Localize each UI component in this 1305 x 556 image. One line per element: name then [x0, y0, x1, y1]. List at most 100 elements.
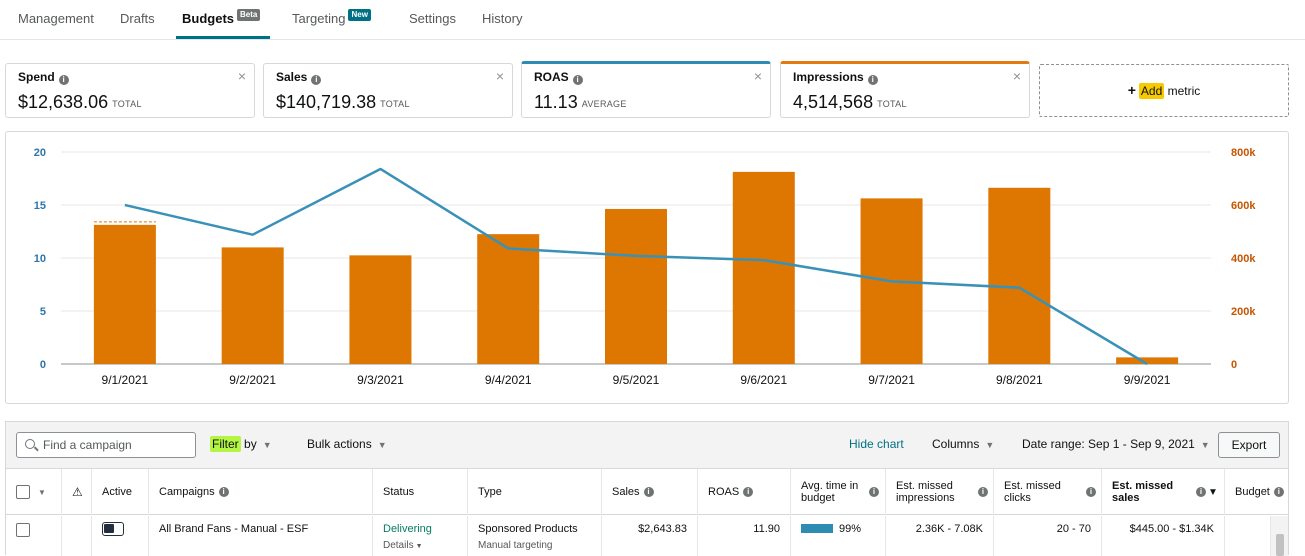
- x-tick-label: 9/3/2021: [357, 373, 404, 387]
- hide-chart-label: Hide chart: [849, 437, 904, 451]
- col-sales[interactable]: Sales i: [601, 469, 697, 515]
- tab-management[interactable]: Management: [18, 0, 94, 39]
- chevron-down-icon: ▼: [415, 543, 423, 550]
- metric-label: ROAS i: [534, 70, 583, 85]
- header-label: Type: [478, 486, 502, 498]
- filter-by-label: by: [244, 437, 257, 451]
- col-missed-impressions[interactable]: Est. missed impressions i: [885, 469, 993, 515]
- col-budget[interactable]: Budget i: [1224, 469, 1288, 515]
- alert-cell: [61, 516, 91, 556]
- select-all-header: ▼: [6, 469, 61, 515]
- bar: [605, 208, 667, 364]
- y-right-tick-label: 600k: [1231, 200, 1256, 212]
- tab-drafts[interactable]: Drafts: [120, 0, 155, 39]
- info-icon[interactable]: i: [867, 75, 878, 85]
- close-icon[interactable]: ×: [754, 68, 762, 84]
- vertical-scrollbar[interactable]: [1270, 516, 1288, 556]
- metric-card-spend[interactable]: Spend i × $12,638.06 TOTAL: [5, 63, 255, 118]
- date-range-dropdown[interactable]: Date range: Sep 1 - Sep 9, 2021 ▼: [1022, 437, 1210, 451]
- metric-name: ROAS: [534, 70, 569, 84]
- search-icon: [25, 439, 35, 449]
- info-icon[interactable]: i: [218, 487, 229, 497]
- scrollbar-thumb[interactable]: [1276, 534, 1284, 556]
- campaign-name-link[interactable]: All Brand Fans - Manual - ESF: [148, 516, 372, 556]
- x-tick-label: 9/7/2021: [868, 373, 915, 387]
- select-all-checkbox[interactable]: [16, 485, 30, 499]
- chevron-down-icon: ▼: [377, 440, 387, 450]
- y-left-tick-label: 20: [34, 147, 46, 159]
- info-icon[interactable]: i: [572, 75, 583, 85]
- type-cell: Sponsored Products Manual targeting: [467, 516, 601, 556]
- export-label: Export: [1231, 438, 1267, 452]
- close-icon[interactable]: ×: [238, 68, 246, 84]
- avg-time-bar: [801, 524, 833, 533]
- col-missed-sales[interactable]: Est. missed sales i ▼: [1101, 469, 1224, 515]
- table-row[interactable]: All Brand Fans - Manual - ESF Delivering…: [6, 516, 1288, 556]
- metric-label: Impressions i: [793, 70, 878, 85]
- campaign-name: All Brand Fans - Manual - ESF: [159, 523, 309, 535]
- active-toggle[interactable]: [102, 522, 124, 536]
- col-type[interactable]: Type: [467, 469, 601, 515]
- search-input[interactable]: Find a campaign: [16, 432, 196, 458]
- hide-chart-link[interactable]: Hide chart: [849, 437, 904, 451]
- close-icon[interactable]: ×: [1013, 68, 1021, 84]
- col-campaigns[interactable]: Campaigns i: [148, 469, 372, 515]
- table-toolbar: Find a campaign Filter by ▼ Bulk actions ▼…: [6, 422, 1288, 469]
- bulk-actions-label: Bulk actions: [307, 437, 372, 451]
- header-label: Est. missed clicks: [1004, 480, 1061, 504]
- info-icon[interactable]: i: [869, 487, 879, 497]
- bulk-actions-dropdown[interactable]: Bulk actions ▼: [307, 437, 387, 451]
- metric-card-roas[interactable]: ROAS i × 11.13 AVERAGE: [521, 61, 771, 118]
- date-range-label: Date range: Sep 1 - Sep 9, 2021: [1022, 437, 1195, 451]
- tab-budgets[interactable]: Budgets Beta: [176, 0, 270, 39]
- table-header: ▼ ⚠ Active Campaigns i Status Type Sales i…: [6, 469, 1288, 515]
- col-roas[interactable]: ROAS i: [697, 469, 790, 515]
- sort-desc-icon[interactable]: ▼: [1208, 487, 1218, 498]
- columns-dropdown[interactable]: Columns ▼: [932, 437, 994, 451]
- metric-unit: AVERAGE: [581, 99, 627, 109]
- info-icon[interactable]: i: [1273, 487, 1284, 497]
- tab-bar: Management Drafts Budgets Beta Targeting N…: [0, 0, 1305, 40]
- close-icon[interactable]: ×: [496, 68, 504, 84]
- chevron-down-icon[interactable]: ▼: [38, 488, 46, 497]
- tab-label: Management: [18, 11, 94, 26]
- info-icon[interactable]: i: [978, 487, 988, 497]
- metric-card-sales[interactable]: Sales i × $140,719.38 TOTAL: [263, 63, 513, 118]
- col-missed-clicks[interactable]: Est. missed clicks i: [993, 469, 1101, 515]
- search-placeholder: Find a campaign: [43, 438, 132, 452]
- info-icon[interactable]: i: [1196, 487, 1206, 497]
- col-active[interactable]: Active: [91, 469, 148, 515]
- roas-value: 11.90: [753, 523, 780, 535]
- info-icon[interactable]: i: [743, 487, 754, 497]
- header-label: Est. missed sales: [1112, 480, 1174, 504]
- y-left-tick-label: 5: [40, 306, 46, 318]
- col-avg-time[interactable]: Avg. time in budget i: [790, 469, 885, 515]
- details-dropdown[interactable]: Details ▼: [383, 540, 467, 551]
- missed-sales-value: $445.00 - $1.34K: [1129, 523, 1214, 535]
- col-status[interactable]: Status: [372, 469, 467, 515]
- row-checkbox[interactable]: [16, 523, 30, 537]
- metric-unit: TOTAL: [877, 99, 907, 109]
- info-icon[interactable]: i: [643, 487, 654, 497]
- add-metric-button[interactable]: + Add metric: [1039, 64, 1289, 117]
- bar: [93, 224, 156, 364]
- export-button[interactable]: Export: [1218, 432, 1280, 458]
- chevron-down-icon: ▼: [985, 440, 995, 450]
- metric-card-impressions[interactable]: Impressions i × 4,514,568 TOTAL: [780, 61, 1030, 118]
- metric-name: Spend: [18, 70, 55, 84]
- columns-label: Columns: [932, 437, 980, 451]
- tab-targeting[interactable]: Targeting New: [292, 0, 371, 39]
- header-label: Est. missed impressions: [896, 480, 955, 504]
- filter-dropdown[interactable]: Filter by ▼: [210, 436, 272, 452]
- info-icon[interactable]: i: [58, 75, 69, 85]
- x-tick-label: 9/5/2021: [613, 373, 660, 387]
- metric-amount: $140,719.38: [276, 92, 377, 112]
- chevron-down-icon: ▼: [262, 440, 272, 450]
- header-label: ROAS: [708, 486, 740, 498]
- tab-settings[interactable]: Settings: [409, 0, 456, 39]
- tab-history[interactable]: History: [482, 0, 522, 39]
- beta-badge: Beta: [237, 9, 261, 21]
- plus-icon: +: [1127, 82, 1136, 98]
- info-icon[interactable]: i: [311, 75, 322, 85]
- info-icon[interactable]: i: [1086, 487, 1096, 497]
